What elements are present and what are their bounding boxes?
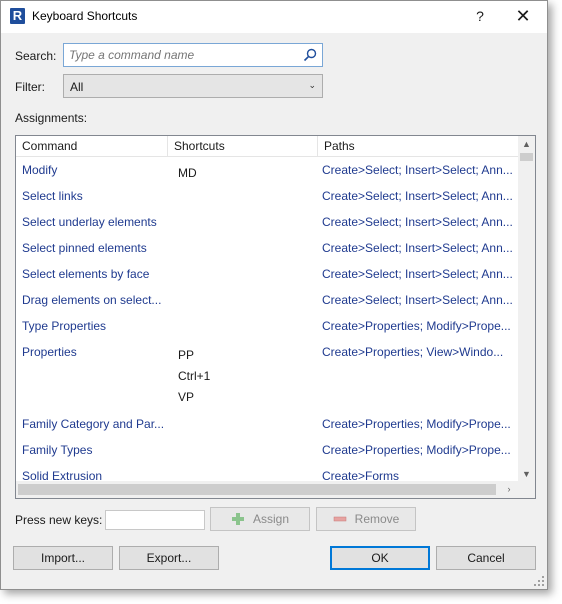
vertical-scrollbar[interactable]: ▲ ▼ [518,136,535,483]
shortcuts-cell: MD [178,163,308,184]
revit-app-icon: R [10,8,25,24]
shortcut-key: PP [178,348,195,362]
scroll-up-icon[interactable]: ▲ [518,136,535,153]
paths-cell: Create>Select; Insert>Select; Ann... [322,215,512,229]
column-header-paths[interactable]: Paths [318,136,518,157]
assign-button[interactable]: Assign [210,507,310,531]
command-cell: Family Category and Par... [22,417,165,431]
horizontal-scrollbar[interactable]: › [16,481,518,498]
assignments-grid: Command Shortcuts Paths Modify MD Create>S… [15,135,536,499]
search-icon[interactable] [303,48,317,62]
paths-cell: Create>Select; Insert>Select; Ann... [322,241,512,255]
filter-label: Filter: [15,80,45,94]
search-box[interactable] [63,43,323,67]
command-cell: Select elements by face [22,267,150,281]
assign-button-label: Assign [252,512,290,526]
command-cell: Family Types [22,443,93,457]
command-cell: Type Properties [22,319,107,333]
filter-select[interactable]: All ⌄ [63,74,323,98]
close-button[interactable]: ✕ [511,5,535,27]
press-new-keys-input[interactable] [105,510,205,530]
resize-grip-icon[interactable] [533,575,545,587]
command-cell: Modify [22,163,58,177]
paths-cell: Create>Properties; View>Windo... [322,345,504,359]
remove-button-label: Remove [354,512,400,526]
paths-cell: Create>Properties; Modify>Prope... [322,417,511,431]
filter-selected-value: All [70,80,84,94]
command-cell: Select underlay elements [22,215,157,229]
assignments-label: Assignments: [15,111,88,125]
paths-cell: Create>Select; Insert>Select; Ann... [322,163,512,177]
shortcut-key: MD [178,166,197,180]
keyboard-shortcuts-dialog: R Keyboard Shortcuts ? ✕ Search: Filter:… [0,0,548,590]
help-button[interactable]: ? [469,5,491,27]
command-cell: Drag elements on select... [22,293,162,307]
ok-button[interactable]: OK [330,546,430,570]
import-button[interactable]: Import... [13,546,113,570]
paths-cell: Create>Properties; Modify>Prope... [322,319,511,333]
grid-rows: Modify MD Create>Select; Insert>Select; An… [16,157,518,483]
export-button[interactable]: Export... [119,546,219,570]
chevron-down-icon: ⌄ [308,80,316,90]
column-header-command[interactable]: Command [16,136,168,157]
command-cell: Properties [22,345,77,359]
title-bar: R Keyboard Shortcuts ? ✕ [1,1,547,33]
search-label: Search: [15,49,57,63]
column-header-shortcuts[interactable]: Shortcuts [168,136,318,157]
grid-header: Command Shortcuts Paths [16,136,518,157]
paths-cell: Create>Select; Insert>Select; Ann... [322,267,512,281]
horizontal-scroll-thumb[interactable] [18,484,496,495]
paths-cell: Create>Properties; Modify>Prope... [322,443,511,457]
scroll-right-icon[interactable]: › [502,481,516,498]
search-input[interactable] [64,44,296,66]
paths-cell: Create>Select; Insert>Select; Ann... [322,189,512,203]
cancel-button[interactable]: Cancel [436,546,536,570]
shortcut-key: Ctrl+1 [178,369,211,383]
paths-cell: Create>Select; Insert>Select; Ann... [322,293,512,307]
shortcuts-cell: PP Ctrl+1 VP [178,345,308,408]
command-cell: Select links [22,189,83,203]
shortcut-key: VP [178,390,195,404]
dialog-title: Keyboard Shortcuts [32,9,138,23]
vertical-scroll-thumb[interactable] [520,153,533,161]
command-cell: Select pinned elements [22,241,147,255]
press-new-keys-label: Press new keys: [15,513,103,527]
plus-icon [231,513,244,525]
remove-button[interactable]: Remove [316,507,416,531]
minus-icon [333,516,346,522]
scrollbar-corner [518,481,535,498]
